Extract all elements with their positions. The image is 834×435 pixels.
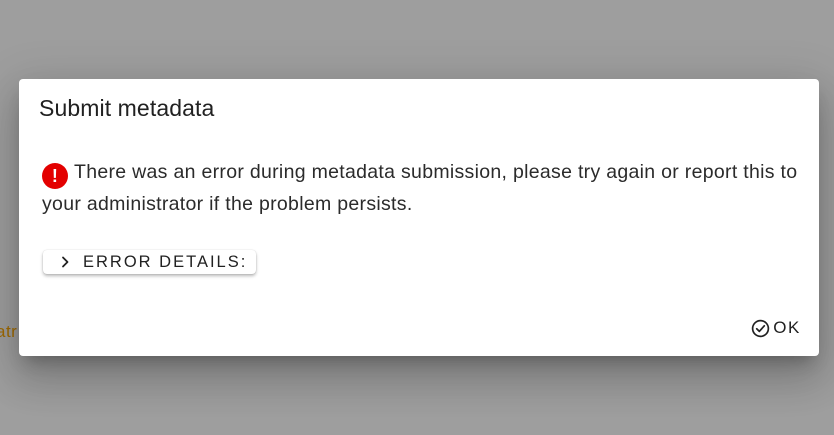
chevron-right-icon bbox=[62, 256, 69, 268]
error-message: ! There was an error during metadata subm… bbox=[42, 157, 802, 220]
error-message-text: There was an error during metadata submi… bbox=[42, 161, 798, 215]
ok-button[interactable]: OK bbox=[751, 317, 801, 339]
dialog-title: Submit metadata bbox=[39, 95, 215, 121]
error-details-button[interactable]: ERROR DETAILS: bbox=[43, 250, 256, 274]
check-circle-icon bbox=[751, 319, 770, 337]
background-text-fragment: atr bbox=[0, 322, 18, 341]
ok-label: OK bbox=[773, 318, 801, 337]
error-icon: ! bbox=[42, 163, 68, 189]
error-details-label: ERROR DETAILS: bbox=[83, 252, 248, 271]
submit-metadata-dialog: Submit metadata ! There was an error duri… bbox=[19, 79, 819, 356]
